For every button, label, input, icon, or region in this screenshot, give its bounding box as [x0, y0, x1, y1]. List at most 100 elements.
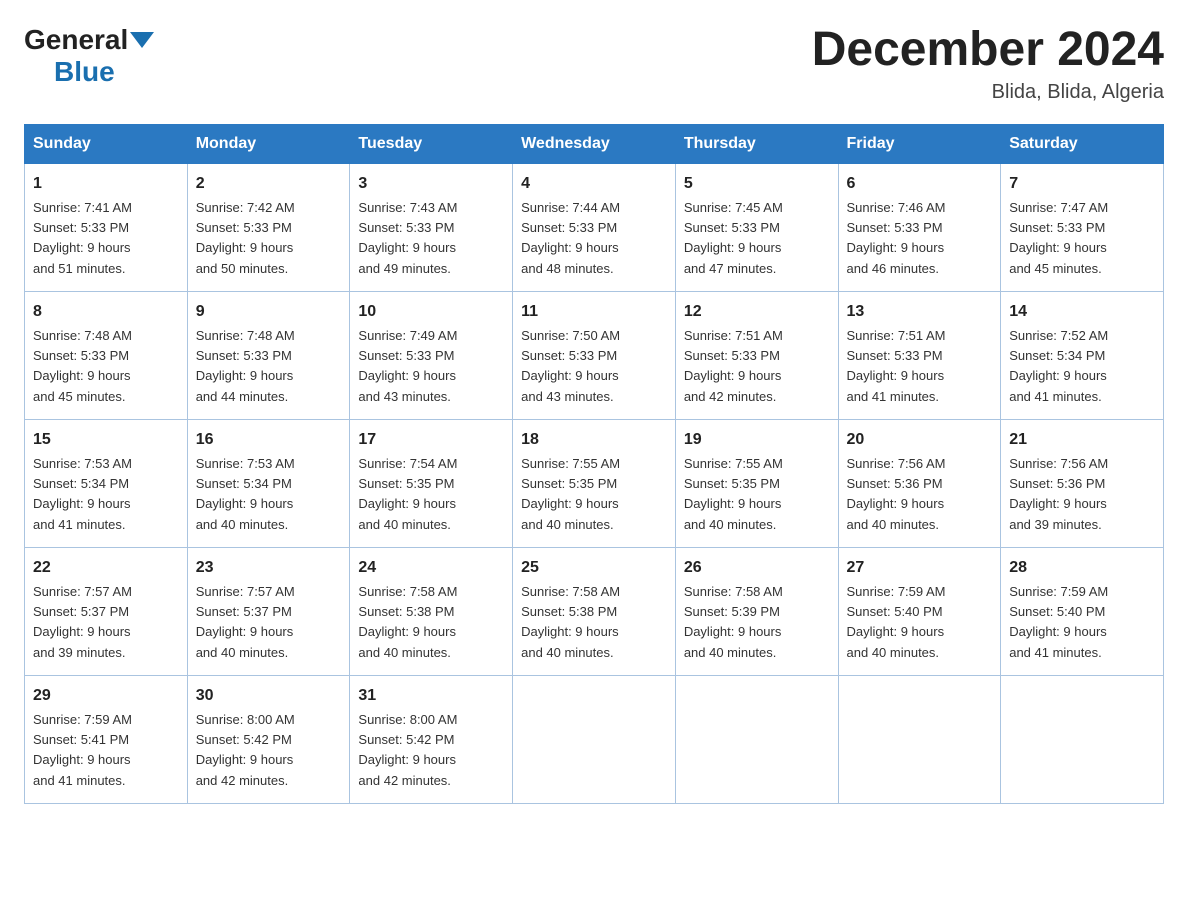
day-number: 19: [684, 428, 830, 452]
day-info: Sunrise: 7:44 AMSunset: 5:33 PMDaylight:…: [521, 200, 620, 276]
day-info: Sunrise: 7:43 AMSunset: 5:33 PMDaylight:…: [358, 200, 457, 276]
day-number: 27: [847, 556, 993, 580]
day-info: Sunrise: 8:00 AMSunset: 5:42 PMDaylight:…: [358, 712, 457, 788]
day-cell: [1001, 675, 1164, 803]
day-number: 29: [33, 684, 179, 708]
day-cell: 8 Sunrise: 7:48 AMSunset: 5:33 PMDaylight…: [25, 291, 188, 419]
day-cell: 9 Sunrise: 7:48 AMSunset: 5:33 PMDaylight…: [187, 291, 350, 419]
day-cell: 19Sunrise: 7:55 AMSunset: 5:35 PMDayligh…: [675, 419, 838, 547]
calendar-table: SundayMondayTuesdayWednesdayThursdayFrid…: [24, 124, 1164, 804]
day-cell: 27 Sunrise: 7:59 AMSunset: 5:40 PMDayligh…: [838, 547, 1001, 675]
calendar-header-row: SundayMondayTuesdayWednesdayThursdayFrid…: [25, 124, 1164, 163]
day-cell: [838, 675, 1001, 803]
logo-arrow-icon: [130, 32, 154, 48]
day-info: Sunrise: 7:58 AMSunset: 5:38 PMDaylight:…: [521, 584, 620, 660]
day-number: 11: [521, 300, 667, 324]
day-info: Sunrise: 7:57 AMSunset: 5:37 PMDaylight:…: [196, 584, 295, 660]
day-info: Sunrise: 7:53 AMSunset: 5:34 PMDaylight:…: [196, 456, 295, 532]
day-number: 3: [358, 172, 504, 196]
day-cell: 7Sunrise: 7:47 AMSunset: 5:33 PMDaylight…: [1001, 163, 1164, 291]
day-number: 25: [521, 556, 667, 580]
day-cell: 29 Sunrise: 7:59 AMSunset: 5:41 PMDayligh…: [25, 675, 188, 803]
day-info: Sunrise: 7:59 AMSunset: 5:40 PMDaylight:…: [847, 584, 946, 660]
logo: General Blue: [24, 24, 154, 88]
day-number: 4: [521, 172, 667, 196]
week-row-1: 1 Sunrise: 7:41 AMSunset: 5:33 PMDaylight…: [25, 163, 1164, 291]
day-cell: 21 Sunrise: 7:56 AMSunset: 5:36 PMDayligh…: [1001, 419, 1164, 547]
day-cell: 23Sunrise: 7:57 AMSunset: 5:37 PMDayligh…: [187, 547, 350, 675]
day-info: Sunrise: 7:41 AMSunset: 5:33 PMDaylight:…: [33, 200, 132, 276]
day-cell: 15Sunrise: 7:53 AMSunset: 5:34 PMDayligh…: [25, 419, 188, 547]
day-cell: 24Sunrise: 7:58 AMSunset: 5:38 PMDayligh…: [350, 547, 513, 675]
day-number: 13: [847, 300, 993, 324]
col-header-friday: Friday: [838, 124, 1001, 163]
day-number: 10: [358, 300, 504, 324]
day-number: 12: [684, 300, 830, 324]
day-cell: 22Sunrise: 7:57 AMSunset: 5:37 PMDayligh…: [25, 547, 188, 675]
day-cell: 16 Sunrise: 7:53 AMSunset: 5:34 PMDayligh…: [187, 419, 350, 547]
day-cell: 1 Sunrise: 7:41 AMSunset: 5:33 PMDaylight…: [25, 163, 188, 291]
day-info: Sunrise: 7:49 AMSunset: 5:33 PMDaylight:…: [358, 328, 457, 404]
day-number: 1: [33, 172, 179, 196]
day-number: 8: [33, 300, 179, 324]
day-number: 28: [1009, 556, 1155, 580]
day-info: Sunrise: 7:54 AMSunset: 5:35 PMDaylight:…: [358, 456, 457, 532]
day-number: 17: [358, 428, 504, 452]
week-row-3: 15 Sunrise: 7:53 AMSunset: 5:34 PMDayligh…: [25, 419, 1164, 547]
day-info: Sunrise: 7:56 AMSunset: 5:36 PMDaylight:…: [1009, 456, 1108, 532]
day-cell: 11Sunrise: 7:50 AMSunset: 5:33 PMDayligh…: [513, 291, 676, 419]
title-section: December 2024 Blida, Blida, Algeria: [812, 24, 1164, 104]
page-header: General Blue December 2024 Blida, Blida,…: [24, 24, 1164, 104]
day-number: 22: [33, 556, 179, 580]
day-cell: 28 Sunrise: 7:59 AMSunset: 5:40 PMDayligh…: [1001, 547, 1164, 675]
col-header-saturday: Saturday: [1001, 124, 1164, 163]
week-row-2: 8 Sunrise: 7:48 AMSunset: 5:33 PMDaylight…: [25, 291, 1164, 419]
day-number: 21: [1009, 428, 1155, 452]
week-row-5: 29 Sunrise: 7:59 AMSunset: 5:41 PMDayligh…: [25, 675, 1164, 803]
day-info: Sunrise: 7:47 AMSunset: 5:33 PMDaylight:…: [1009, 200, 1108, 276]
day-number: 26: [684, 556, 830, 580]
day-number: 31: [358, 684, 504, 708]
day-info: Sunrise: 7:51 AMSunset: 5:33 PMDaylight:…: [847, 328, 946, 404]
logo-general-text: General: [24, 24, 128, 56]
day-info: Sunrise: 7:48 AMSunset: 5:33 PMDaylight:…: [33, 328, 132, 404]
day-cell: 14Sunrise: 7:52 AMSunset: 5:34 PMDayligh…: [1001, 291, 1164, 419]
day-number: 6: [847, 172, 993, 196]
day-cell: 17 Sunrise: 7:54 AMSunset: 5:35 PMDayligh…: [350, 419, 513, 547]
day-number: 20: [847, 428, 993, 452]
day-info: Sunrise: 7:51 AMSunset: 5:33 PMDaylight:…: [684, 328, 783, 404]
col-header-thursday: Thursday: [675, 124, 838, 163]
day-number: 30: [196, 684, 342, 708]
week-row-4: 22 Sunrise: 7:57 AMSunset: 5:37 PMDayligh…: [25, 547, 1164, 675]
day-cell: 30Sunrise: 8:00 AMSunset: 5:42 PMDayligh…: [187, 675, 350, 803]
day-info: Sunrise: 7:48 AMSunset: 5:33 PMDaylight:…: [196, 328, 295, 404]
day-number: 2: [196, 172, 342, 196]
page-title: December 2024: [812, 24, 1164, 77]
col-header-tuesday: Tuesday: [350, 124, 513, 163]
day-cell: 20 Sunrise: 7:56 AMSunset: 5:36 PMDayligh…: [838, 419, 1001, 547]
day-info: Sunrise: 7:58 AMSunset: 5:39 PMDaylight:…: [684, 584, 783, 660]
day-info: Sunrise: 7:46 AMSunset: 5:33 PMDaylight:…: [847, 200, 946, 276]
day-number: 14: [1009, 300, 1155, 324]
day-number: 16: [196, 428, 342, 452]
day-info: Sunrise: 7:59 AMSunset: 5:41 PMDaylight:…: [33, 712, 132, 788]
day-cell: 31 Sunrise: 8:00 AMSunset: 5:42 PMDayligh…: [350, 675, 513, 803]
day-cell: 4 Sunrise: 7:44 AMSunset: 5:33 PMDaylight…: [513, 163, 676, 291]
day-info: Sunrise: 7:59 AMSunset: 5:40 PMDaylight:…: [1009, 584, 1108, 660]
day-cell: [513, 675, 676, 803]
day-cell: 13 Sunrise: 7:51 AMSunset: 5:33 PMDayligh…: [838, 291, 1001, 419]
day-number: 15: [33, 428, 179, 452]
day-info: Sunrise: 7:55 AMSunset: 5:35 PMDaylight:…: [521, 456, 620, 532]
day-number: 9: [196, 300, 342, 324]
day-number: 18: [521, 428, 667, 452]
day-cell: 3 Sunrise: 7:43 AMSunset: 5:33 PMDaylight…: [350, 163, 513, 291]
day-cell: 26 Sunrise: 7:58 AMSunset: 5:39 PMDayligh…: [675, 547, 838, 675]
day-cell: 10 Sunrise: 7:49 AMSunset: 5:33 PMDayligh…: [350, 291, 513, 419]
day-cell: 25 Sunrise: 7:58 AMSunset: 5:38 PMDayligh…: [513, 547, 676, 675]
day-cell: [675, 675, 838, 803]
day-info: Sunrise: 7:56 AMSunset: 5:36 PMDaylight:…: [847, 456, 946, 532]
col-header-wednesday: Wednesday: [513, 124, 676, 163]
day-cell: 18 Sunrise: 7:55 AMSunset: 5:35 PMDayligh…: [513, 419, 676, 547]
day-info: Sunrise: 7:45 AMSunset: 5:33 PMDaylight:…: [684, 200, 783, 276]
location-subtitle: Blida, Blida, Algeria: [812, 81, 1164, 104]
